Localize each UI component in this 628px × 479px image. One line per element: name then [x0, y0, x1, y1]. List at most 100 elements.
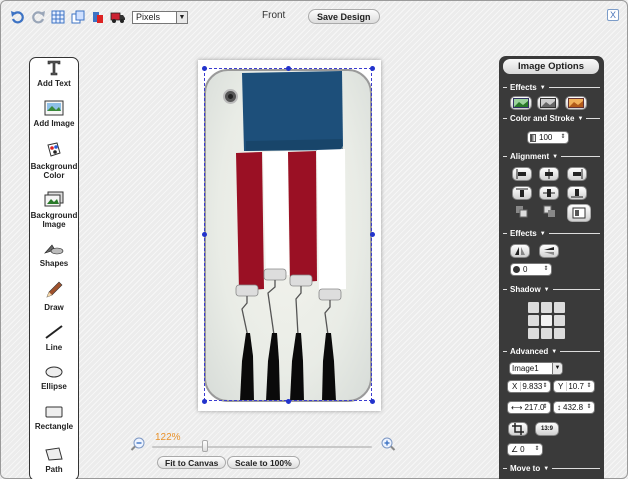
scale-to-100-button[interactable]: Scale to 100%: [227, 456, 300, 469]
section-alignment[interactable]: Alignment ▼: [503, 152, 600, 161]
tool-line[interactable]: Line: [30, 324, 78, 352]
width-icon: ⟷: [511, 403, 523, 412]
tool-label: Add Image: [33, 119, 75, 128]
tool-background-color[interactable]: Background Color: [30, 141, 78, 180]
opacity-field[interactable]: 100 ⇕: [527, 131, 569, 144]
zoom-in-icon[interactable]: [380, 436, 396, 452]
tool-rectangle[interactable]: Rectangle: [30, 405, 78, 431]
undo-icon[interactable]: [10, 9, 26, 25]
angle-icon: ∠: [511, 445, 519, 454]
palette-icon: [47, 142, 61, 157]
stepper-icon[interactable]: ⇕: [541, 382, 549, 391]
tool-shapes[interactable]: Shapes: [30, 242, 78, 268]
unit-select-value: Pixels: [136, 12, 161, 22]
panel-title: Image Options: [503, 59, 599, 74]
align-bottom-button[interactable]: [567, 186, 587, 200]
phone-case-image[interactable]: [204, 69, 372, 402]
rotate-value: 0: [523, 265, 528, 274]
top-toolbar: Pixels ▼: [10, 8, 188, 26]
zoom-level: 122%: [155, 432, 181, 443]
delete-icon[interactable]: [90, 9, 106, 25]
flip-vertical-button[interactable]: [539, 244, 559, 258]
zoom-out-icon[interactable]: [130, 436, 146, 452]
stepper-icon[interactable]: ⇕: [533, 445, 541, 454]
stepper-icon[interactable]: ⇕: [585, 382, 593, 391]
angle-field[interactable]: ∠ 0 ⇕: [507, 443, 543, 456]
close-icon[interactable]: X: [607, 9, 619, 21]
tool-label: Shapes: [39, 259, 69, 268]
align-top-button[interactable]: [512, 186, 532, 200]
unit-select[interactable]: Pixels ▼: [132, 10, 188, 24]
section-color-stroke[interactable]: Color and Stroke ▼: [503, 114, 600, 123]
section-move-to[interactable]: Move to ▼: [503, 464, 600, 473]
shadow-right[interactable]: [554, 315, 565, 326]
save-design-button[interactable]: Save Design: [308, 9, 380, 24]
tool-draw[interactable]: Draw: [30, 280, 78, 312]
y-position-field[interactable]: Y 10.7 ⇕: [553, 380, 595, 393]
stepper-icon[interactable]: ⇕: [541, 403, 549, 412]
tool-label: Path: [45, 465, 63, 474]
align-left-button[interactable]: [512, 167, 532, 181]
bring-forward-button[interactable]: [512, 205, 532, 219]
tool-ellipse[interactable]: Ellipse: [30, 365, 78, 391]
design-canvas[interactable]: [198, 60, 381, 411]
x-label: X: [512, 382, 518, 391]
tool-label: Ellipse: [41, 382, 67, 391]
stepper-icon[interactable]: ⇕: [585, 403, 593, 412]
camera-hole: [223, 89, 238, 104]
zoom-slider-track[interactable]: [152, 446, 372, 448]
shadow-bottom[interactable]: [541, 328, 552, 339]
section-effects-2[interactable]: Effects ▼: [503, 229, 600, 238]
fit-to-canvas-button[interactable]: Fit to Canvas: [157, 456, 227, 469]
tool-label: Draw: [44, 303, 64, 312]
shadow-top-right[interactable]: [554, 302, 565, 313]
shapes-icon: [44, 244, 64, 255]
shadow-top[interactable]: [541, 302, 552, 313]
line-icon: [45, 325, 63, 339]
flip-horizontal-button[interactable]: [510, 244, 530, 258]
tool-background-image[interactable]: Background Image: [30, 191, 78, 229]
x-position-field[interactable]: X 9.833 ⇕: [507, 380, 551, 393]
section-effects[interactable]: Effects ▼: [503, 83, 600, 92]
layer-select[interactable]: Image1 ▼: [509, 362, 563, 375]
aspect-ratio-button[interactable]: 13:9: [535, 422, 559, 436]
align-right-button[interactable]: [567, 167, 587, 181]
tool-label: Add Text: [37, 79, 71, 88]
tool-label: Background Image: [30, 211, 78, 229]
height-field[interactable]: ↕ 432.8 ⇕: [553, 401, 595, 414]
crop-button[interactable]: [508, 422, 528, 436]
shadow-none[interactable]: [541, 315, 552, 326]
tool-add-image[interactable]: Add Image: [30, 100, 78, 128]
section-shadow[interactable]: Shadow ▼: [503, 285, 600, 294]
tools-panel: Add Text Add Image Background Color Back…: [29, 57, 79, 479]
stepper-icon[interactable]: ⇕: [559, 133, 567, 142]
effect-sepia-button[interactable]: [565, 96, 587, 110]
shadow-left[interactable]: [528, 315, 539, 326]
send-backward-button[interactable]: [540, 205, 560, 219]
copy-icon[interactable]: [70, 9, 86, 25]
zoom-slider-thumb[interactable]: [201, 440, 208, 452]
image-options-panel: Image Options Effects ▼ Color and Stroke ▼…: [499, 56, 604, 479]
truck-icon[interactable]: [110, 9, 126, 25]
layer-order-button[interactable]: [567, 204, 591, 222]
redo-icon[interactable]: [30, 9, 46, 25]
effect-grayscale-button[interactable]: [537, 96, 559, 110]
rotate-field[interactable]: 0 ⇕: [510, 263, 552, 276]
width-field[interactable]: ⟷ 217.0 ⇕: [507, 401, 551, 414]
align-center-button[interactable]: [539, 167, 559, 181]
tool-path[interactable]: Path: [30, 446, 78, 474]
section-advanced[interactable]: Advanced ▼: [503, 347, 600, 356]
shadow-bottom-left[interactable]: [528, 328, 539, 339]
stepper-icon[interactable]: ⇕: [542, 265, 550, 274]
artwork-graphic: [235, 71, 346, 400]
height-value: 432.8: [563, 403, 584, 412]
tool-add-text[interactable]: Add Text: [30, 60, 78, 88]
tool-label: Line: [45, 343, 63, 352]
align-middle-button[interactable]: [539, 186, 559, 200]
effect-normal-button[interactable]: [510, 96, 532, 110]
shadow-bottom-right[interactable]: [554, 328, 565, 339]
crop-icon: [512, 423, 524, 435]
grid-icon[interactable]: [50, 9, 66, 25]
ellipse-icon: [45, 366, 63, 378]
shadow-top-left[interactable]: [528, 302, 539, 313]
